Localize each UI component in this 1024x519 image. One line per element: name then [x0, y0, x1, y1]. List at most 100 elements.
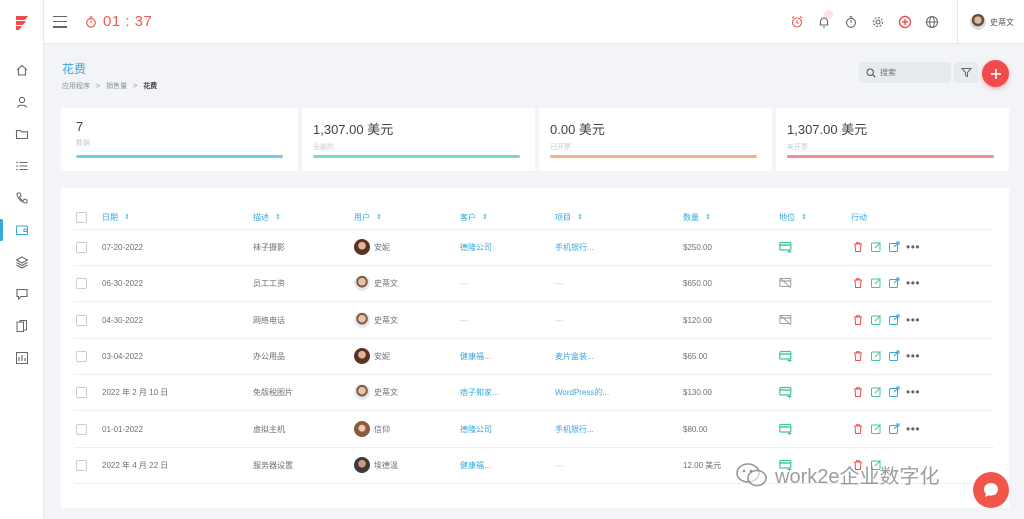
edit-icon[interactable] [870, 314, 882, 326]
billable-card-icon[interactable] [779, 350, 792, 362]
sidebar-item-messages[interactable] [0, 278, 44, 310]
sort-icon: ⇕ [577, 214, 583, 221]
breadcrumb-item[interactable]: 销售量 [106, 81, 127, 91]
stat-bar [313, 155, 520, 158]
app-logo[interactable] [0, 0, 44, 44]
column-label: 描述 [253, 212, 269, 222]
external-link-icon[interactable] [888, 314, 900, 326]
cell-client-link[interactable]: 健康福... [460, 338, 491, 374]
search-input[interactable] [880, 68, 940, 77]
cell-actions: ••• [852, 302, 920, 338]
sidebar-item-documents[interactable] [0, 310, 44, 342]
edit-icon[interactable] [870, 241, 882, 253]
cell-amount: $65.00 [683, 351, 708, 361]
column-label: 项目 [555, 212, 571, 222]
sidebar-item-wallet[interactable] [0, 214, 44, 246]
filter-button[interactable] [954, 62, 978, 83]
column-header-client[interactable]: 客户 ⇕ [460, 204, 488, 230]
non-billable-card-icon[interactable] [779, 277, 792, 289]
cell-actions: ••• [852, 229, 920, 265]
breadcrumb-item[interactable]: 应用程序 [62, 81, 90, 91]
billable-card-icon[interactable] [779, 423, 792, 435]
delete-icon[interactable] [852, 423, 864, 435]
billable-card-icon[interactable] [779, 386, 792, 398]
chat-support-button[interactable] [973, 472, 1009, 508]
stat-card-uninvoiced: 1,307.00 美元 未开票 [772, 108, 1009, 171]
edit-icon[interactable] [870, 386, 882, 398]
delete-icon[interactable] [852, 350, 864, 362]
row-checkbox[interactable] [76, 314, 87, 326]
sidebar-item-reports[interactable] [0, 342, 44, 374]
menu-toggle-icon[interactable] [53, 15, 67, 28]
cell-project-link[interactable]: 麦片盒装... [555, 338, 594, 374]
cell-user: 史蒂文 [354, 302, 398, 338]
timer[interactable]: 01 : 37 [85, 13, 152, 30]
cell-description: 网络电话 [253, 315, 285, 325]
row-checkbox[interactable] [76, 423, 87, 435]
sidebar-item-list[interactable] [0, 150, 44, 182]
cell-status [779, 302, 792, 338]
settings-button[interactable] [864, 0, 891, 44]
row-checkbox[interactable] [76, 350, 87, 362]
more-options-icon[interactable]: ••• [906, 350, 920, 362]
cell-client-link[interactable]: 德隆公司 [460, 229, 492, 265]
user-avatar [354, 348, 370, 364]
non-billable-card-icon[interactable] [779, 314, 792, 326]
more-options-icon[interactable]: ••• [906, 314, 920, 326]
delete-icon[interactable] [852, 386, 864, 398]
notifications-button[interactable] [810, 0, 837, 44]
more-options-icon[interactable]: ••• [906, 277, 920, 289]
quick-add-button[interactable] [891, 0, 918, 44]
row-checkbox[interactable] [76, 386, 87, 398]
column-header-date[interactable]: 日期 ⇕ [102, 204, 130, 230]
cell-project-link[interactable]: WordPress的... [555, 374, 609, 410]
sort-icon: ⇕ [124, 214, 130, 221]
more-options-icon[interactable]: ••• [906, 423, 920, 435]
more-options-icon[interactable]: ••• [906, 241, 920, 253]
cell-amount: $650.00 [683, 278, 712, 288]
add-expense-button[interactable] [982, 60, 1009, 87]
cell-client-link[interactable]: 痞子和家... [460, 374, 499, 410]
timer-button[interactable] [837, 0, 864, 44]
stat-bar [550, 155, 757, 158]
external-link-icon[interactable] [888, 423, 900, 435]
column-header-amount[interactable]: 数量 ⇕ [683, 204, 711, 230]
sidebar-item-home[interactable] [0, 54, 44, 86]
select-all-checkbox[interactable] [76, 211, 87, 223]
column-header-status[interactable]: 地位 ⇕ [779, 204, 807, 230]
edit-icon[interactable] [870, 277, 882, 289]
stat-label: 未开票 [787, 144, 808, 151]
row-checkbox[interactable] [76, 241, 87, 253]
column-header-project[interactable]: 项目 ⇕ [555, 204, 583, 230]
cell-project-link[interactable]: 手机银行... [555, 411, 594, 447]
sidebar-item-files[interactable] [0, 118, 44, 150]
logo-icon [16, 16, 28, 30]
external-link-icon[interactable] [888, 241, 900, 253]
column-header-user[interactable]: 用户 ⇕ [354, 204, 382, 230]
user-menu[interactable]: 史蒂文 [957, 0, 1024, 44]
edit-icon[interactable] [870, 423, 882, 435]
external-link-icon[interactable] [888, 386, 900, 398]
external-link-icon[interactable] [888, 350, 900, 362]
row-checkbox[interactable] [76, 459, 87, 471]
language-button[interactable] [918, 0, 945, 44]
user-name: 史蒂文 [990, 17, 1014, 27]
sidebar-item-calls[interactable] [0, 182, 44, 214]
sidebar-item-layers[interactable] [0, 246, 44, 278]
cell-client-link[interactable]: 德隆公司 [460, 411, 492, 447]
more-options-icon[interactable]: ••• [906, 386, 920, 398]
delete-icon[interactable] [852, 241, 864, 253]
delete-icon[interactable] [852, 314, 864, 326]
sidebar-item-contacts[interactable] [0, 86, 44, 118]
alarm-button[interactable] [783, 0, 810, 44]
row-checkbox[interactable] [76, 277, 87, 289]
column-header-description[interactable]: 描述 ⇕ [253, 204, 281, 230]
column-label: 行动 [851, 212, 867, 222]
delete-icon[interactable] [852, 277, 864, 289]
edit-icon[interactable] [870, 350, 882, 362]
cell-project-link[interactable]: 手机银行... [555, 229, 594, 265]
external-link-icon[interactable] [888, 277, 900, 289]
chat-icon [15, 288, 28, 301]
billable-card-icon[interactable] [779, 241, 792, 253]
cell-client-link[interactable]: 健康福... [460, 447, 491, 483]
